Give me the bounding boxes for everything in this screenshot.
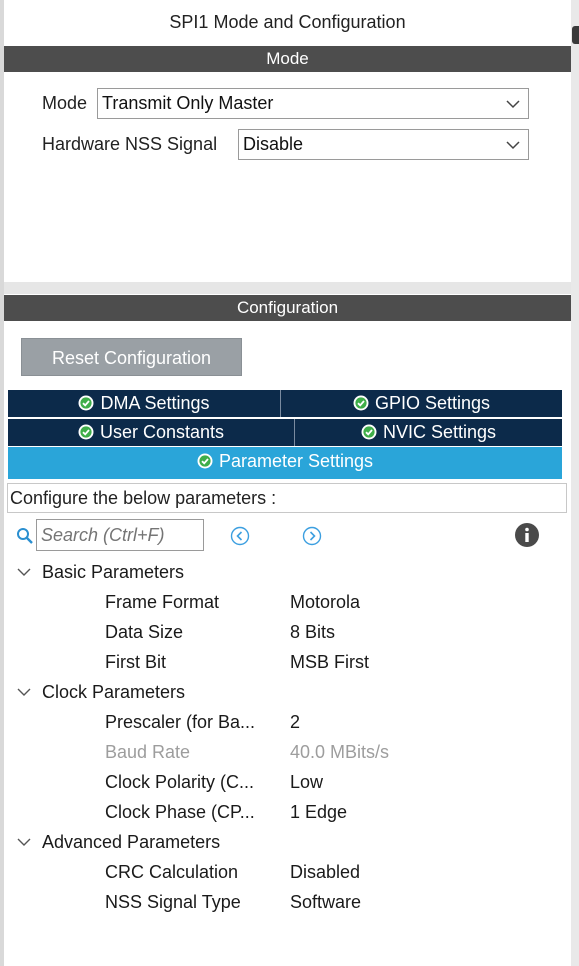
param-name: Clock Polarity (C... <box>105 772 255 792</box>
panel-title: SPI1 Mode and Configuration <box>169 12 406 32</box>
tab-dma-settings[interactable]: DMA Settings <box>8 390 281 417</box>
chevron-down-icon[interactable] <box>16 685 32 699</box>
tab-label: DMA Settings <box>100 393 210 413</box>
next-match-icon[interactable] <box>302 526 322 546</box>
tab-label: NVIC Settings <box>382 422 497 442</box>
param-value[interactable]: Disabled <box>290 857 360 887</box>
search-icon <box>17 528 33 544</box>
reset-configuration-button[interactable]: Reset Configuration <box>21 338 242 376</box>
chevron-down-icon[interactable] <box>16 565 32 579</box>
previous-match-icon[interactable] <box>230 526 250 546</box>
panel-resize-handle[interactable] <box>572 26 579 44</box>
param-row[interactable]: First Bit MSB First <box>0 647 571 677</box>
param-name: Baud Rate <box>105 742 191 762</box>
group-label: Advanced Parameters <box>42 832 221 852</box>
nss-label: Hardware NSS Signal <box>42 134 218 154</box>
check-circle-icon <box>78 395 94 411</box>
param-value[interactable]: 1 Edge <box>290 797 347 827</box>
param-name: Clock Phase (CP... <box>105 802 255 822</box>
param-name: Data Size <box>105 622 184 642</box>
param-name: Prescaler (for Ba... <box>105 712 256 732</box>
check-circle-icon <box>78 424 94 440</box>
chevron-down-icon <box>506 100 520 109</box>
group-label: Basic Parameters <box>42 562 185 582</box>
param-name: First Bit <box>105 652 166 672</box>
active-tab-underline <box>8 476 562 479</box>
tab-label: GPIO Settings <box>374 393 491 413</box>
group-advanced-parameters[interactable]: Advanced Parameters <box>0 827 571 857</box>
param-value: 40.0 MBits/s <box>290 742 390 762</box>
check-circle-icon <box>353 395 369 411</box>
info-icon[interactable] <box>514 522 540 548</box>
chevron-down-icon[interactable] <box>16 835 32 849</box>
tab-label: User Constants <box>99 422 225 442</box>
param-name: NSS Signal Type <box>105 892 241 912</box>
param-value[interactable]: 8 Bits <box>290 617 335 647</box>
param-value[interactable]: Low <box>290 767 323 797</box>
configuration-section-header: Configuration <box>4 295 571 321</box>
chevron-down-icon <box>506 141 520 150</box>
param-name: Frame Format <box>105 592 220 612</box>
tab-user-constants[interactable]: User Constants <box>8 419 295 446</box>
nss-select[interactable]: Disable <box>238 129 529 160</box>
mode-select[interactable]: Transmit Only Master <box>97 88 529 119</box>
mode-label: Mode <box>42 93 88 113</box>
param-row-disabled: Baud Rate 40.0 MBits/s <box>0 737 571 767</box>
mode-section-header: Mode <box>4 46 571 72</box>
param-name: CRC Calculation <box>105 862 239 882</box>
tab-label: Parameter Settings <box>218 451 374 471</box>
mode-select-value: Transmit Only Master <box>102 93 274 113</box>
param-row[interactable]: Frame Format Motorola <box>0 587 571 617</box>
panel-right-border <box>571 0 579 966</box>
tab-nvic-settings[interactable]: NVIC Settings <box>295 419 562 446</box>
group-basic-parameters[interactable]: Basic Parameters <box>0 557 571 587</box>
param-row[interactable]: Prescaler (for Ba... 2 <box>0 707 571 737</box>
tab-parameter-settings[interactable]: Parameter Settings <box>8 447 562 476</box>
search-input[interactable] <box>36 519 204 551</box>
section-divider <box>4 282 571 294</box>
param-value[interactable]: MSB First <box>290 647 369 677</box>
param-row[interactable]: CRC Calculation Disabled <box>0 857 571 887</box>
param-row[interactable]: Clock Phase (CP... 1 Edge <box>0 797 571 827</box>
param-value[interactable]: Software <box>290 887 361 917</box>
group-label: Clock Parameters <box>42 682 186 702</box>
param-value[interactable]: Motorola <box>290 587 360 617</box>
param-row[interactable]: Clock Polarity (C... Low <box>0 767 571 797</box>
param-value[interactable]: 2 <box>290 707 300 737</box>
tab-gpio-settings[interactable]: GPIO Settings <box>281 390 562 417</box>
group-clock-parameters[interactable]: Clock Parameters <box>0 677 571 707</box>
param-row[interactable]: NSS Signal Type Software <box>0 887 571 917</box>
check-circle-icon <box>197 453 213 469</box>
parameters-description: Configure the below parameters : <box>7 483 567 513</box>
check-circle-icon <box>361 424 377 440</box>
nss-select-value: Disable <box>243 134 304 154</box>
param-row[interactable]: Data Size 8 Bits <box>0 617 571 647</box>
